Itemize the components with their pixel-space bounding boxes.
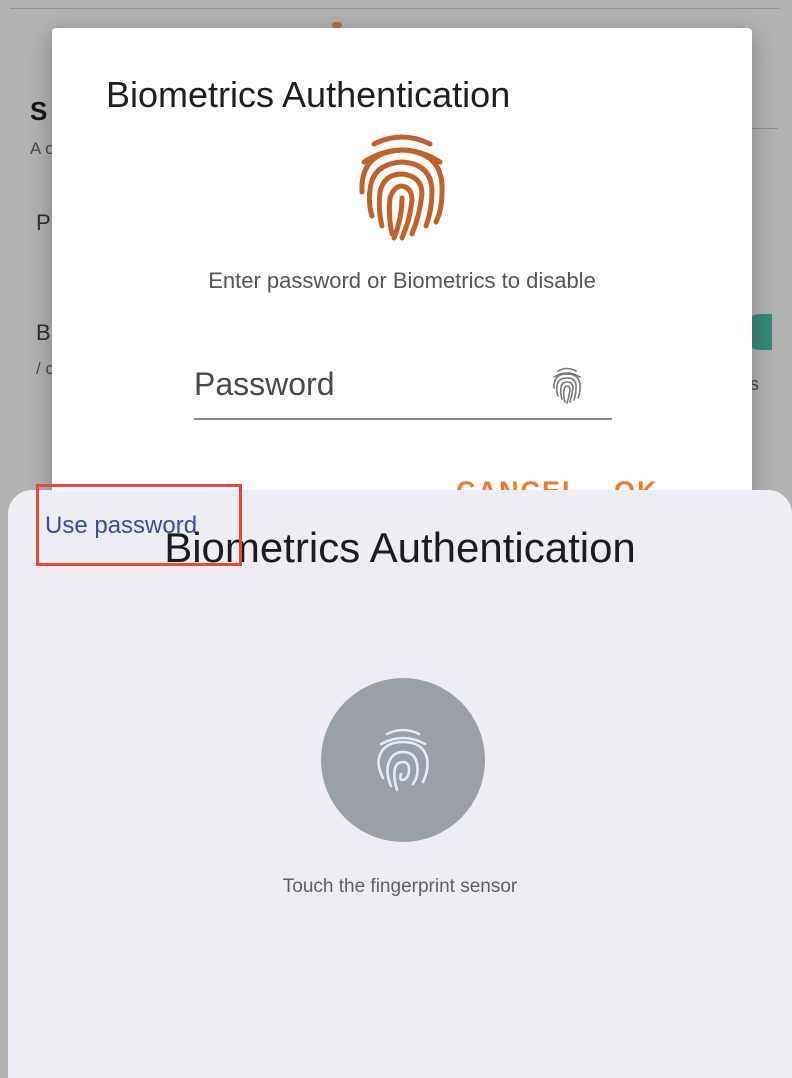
fingerprint-sensor-indicator (321, 678, 485, 842)
dialog-title: Biometrics Authentication (106, 74, 511, 115)
fingerprint-icon[interactable] (550, 366, 584, 404)
use-password-button[interactable]: Use password (45, 512, 197, 540)
sensor-hint: Touch the fingerprint sensor (282, 876, 518, 897)
app-biometrics-dialog: Biometrics Authentication Enter password… (52, 28, 752, 508)
password-input[interactable] (194, 362, 534, 406)
fingerprint-icon (377, 728, 429, 792)
password-field (194, 350, 612, 420)
system-biometric-sheet: Biometrics Authentication Touch the fing… (8, 490, 792, 1078)
dialog-instruction: Enter password or Biometrics to disable (208, 268, 596, 293)
fingerprint-icon (359, 134, 445, 241)
